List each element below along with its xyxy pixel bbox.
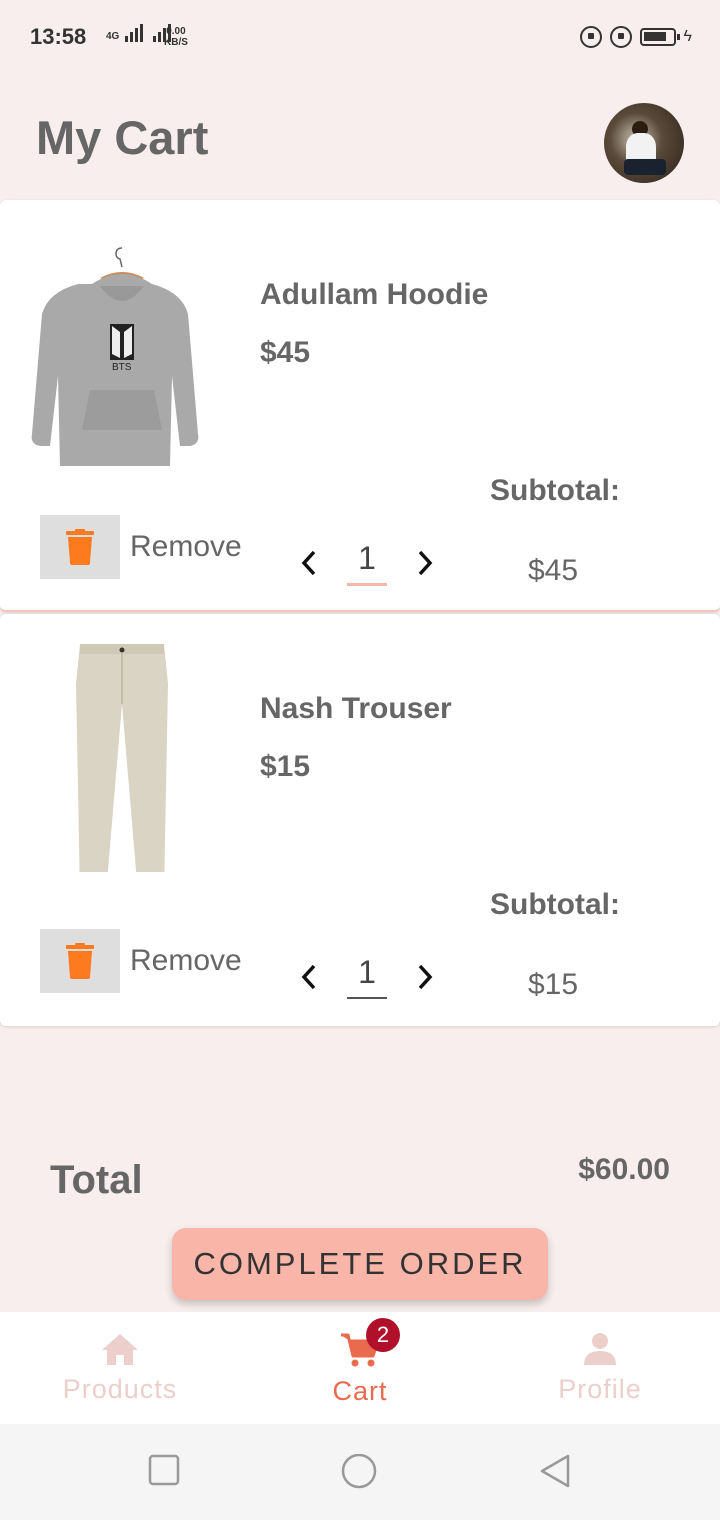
network-speed: 0.00 KB/S [164, 26, 188, 48]
chevron-left-icon [301, 550, 316, 576]
trash-button[interactable] [40, 929, 120, 993]
product-price: $15 [260, 750, 311, 783]
cart-item: BTS Adullam Hoodie $45 Subtotal: $45 Rem… [0, 200, 720, 612]
product-price: $45 [260, 336, 311, 369]
chevron-left-icon [301, 964, 316, 989]
nav-item-profile[interactable]: Profile [480, 1312, 720, 1424]
network-type-badge: 4G [106, 31, 120, 42]
nav-item-products[interactable]: Products [0, 1312, 240, 1424]
charging-icon: ϟ [683, 28, 692, 45]
home-icon [102, 1334, 138, 1365]
quantity-input[interactable]: 1 [347, 954, 387, 999]
status-icons: ϟ [579, 26, 692, 48]
chevron-right-icon [418, 964, 433, 989]
trash-icon [66, 943, 94, 979]
bottom-nav: Products Cart Profile [0, 1312, 720, 1424]
total-value: $60.00 [578, 1153, 670, 1186]
chevron-right-icon [418, 550, 433, 576]
nav-label: Cart [332, 1376, 388, 1406]
page-title: My Cart [36, 111, 209, 164]
recent-apps-button[interactable] [148, 1454, 180, 1486]
avatar[interactable] [604, 103, 684, 183]
speed-value: 0.00 [166, 26, 186, 37]
person-icon [584, 1333, 616, 1365]
back-button[interactable] [538, 1454, 572, 1492]
hoodie-image: BTS [31, 247, 199, 466]
subtotal-label: Subtotal: [490, 888, 620, 921]
increase-quantity-button[interactable] [412, 543, 438, 583]
remove-label[interactable]: Remove [130, 944, 242, 978]
lock-rotation-icon [579, 26, 602, 48]
decrease-quantity-button[interactable] [296, 957, 322, 997]
svg-text:BTS: BTS [112, 362, 132, 373]
alarm-icon [609, 26, 632, 48]
quantity-stepper: 1 [296, 540, 438, 586]
subtotal-value: $15 [528, 968, 579, 1001]
trash-button[interactable] [40, 515, 120, 579]
nav-label: Profile [558, 1374, 642, 1404]
complete-order-button[interactable]: COMPLETE ORDER [172, 1228, 548, 1300]
nav-label: Products [62, 1374, 178, 1404]
subtotal-label: Subtotal: [490, 474, 620, 507]
quantity-stepper: 1 [296, 954, 438, 999]
battery-icon [639, 28, 680, 46]
trash-icon [66, 529, 94, 565]
remove-label[interactable]: Remove [130, 530, 242, 564]
subtotal-value: $45 [528, 554, 579, 587]
total-label: Total [50, 1158, 143, 1202]
increase-quantity-button[interactable] [412, 957, 438, 997]
trouser-image [76, 644, 168, 872]
decrease-quantity-button[interactable] [296, 543, 322, 583]
home-button[interactable] [340, 1454, 378, 1492]
remove-button[interactable]: Remove [40, 515, 242, 579]
product-name: Adullam Hoodie [260, 278, 489, 311]
system-nav-bar [0, 1424, 720, 1520]
status-time: 13:58 [30, 24, 87, 49]
cart-item: Nash Trouser $15 Subtotal: $15 Remove 1 [0, 614, 720, 1026]
cart-count-badge: 2 [366, 1318, 400, 1352]
status-bar: 13:58 4G 0.00 KB/S ϟ [0, 0, 720, 76]
signal-bars-icon [125, 24, 144, 42]
quantity-input[interactable]: 1 [347, 540, 387, 586]
remove-button[interactable]: Remove [40, 929, 242, 993]
nav-item-cart[interactable]: Cart [240, 1312, 480, 1424]
signal-indicator: 4G [106, 24, 172, 42]
product-name: Nash Trouser [260, 692, 452, 725]
speed-unit: KB/S [164, 37, 188, 48]
